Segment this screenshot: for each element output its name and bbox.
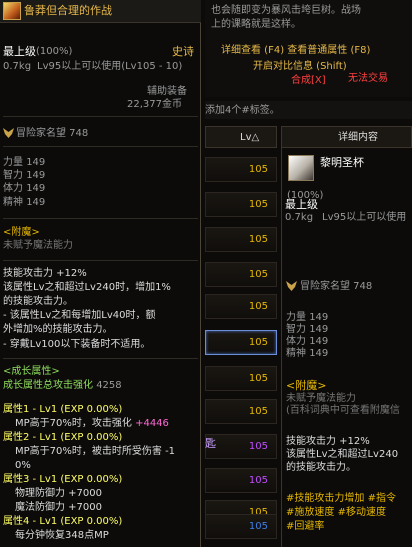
grade: 最上级 [3, 45, 36, 58]
growth-effect-line: 0% [15, 460, 31, 471]
tag-hint-text: 添加4个#标签。 [205, 105, 280, 116]
level-list-row[interactable]: 105 [205, 514, 277, 539]
level-value: 105 [248, 475, 268, 486]
hint-detail-view[interactable]: 详细查看 (F4) 查看普通属性 (F8) [221, 45, 370, 56]
description-line-1: 也会随即变为暴风击垮巨树。战场 [211, 5, 361, 16]
item-price: 22,377金币 [127, 99, 182, 110]
level-value: 105 [248, 269, 268, 280]
compare-weight: 0.7kg [285, 212, 314, 223]
compare-level-req: Lv95以上可以使用 [322, 212, 407, 223]
description-line-2: 上的课略就是这样。 [211, 19, 301, 30]
level-list-row[interactable]: 105 [205, 157, 277, 182]
rarity-badge: 史诗 [172, 45, 194, 58]
level-value: 105 [248, 441, 268, 452]
level-value: 105 [248, 301, 268, 312]
chalice-item-icon [288, 155, 314, 181]
stat-vit: 体力 149 [3, 183, 46, 194]
skill-line-4: - 该属性Lv之和每增加Lv40时，额 [3, 310, 156, 321]
growth-effect-line: 魔法防御力 +7000 [15, 502, 103, 513]
growth-attribute-header: 属性1 - Lv1 (EXP 0.00%) [3, 404, 123, 415]
level-value: 105 [248, 337, 268, 348]
level-column-header[interactable]: Lv△ [205, 126, 277, 148]
stat-spr: 精神 149 [3, 197, 46, 208]
compare-grade: 最上级 [285, 198, 318, 211]
compare-stat-str: 力量 149 [286, 312, 329, 323]
attack-boost-value: +4446 [135, 418, 169, 429]
divider [3, 260, 198, 261]
divider [3, 116, 198, 117]
hint-compare-info[interactable]: 开启对比信息 (Shift) [253, 61, 347, 72]
compare-adventurer-fame: 冒险家名望 748 [300, 281, 373, 292]
growth-attribute-header: 属性3 - Lv1 (EXP 0.00%) [3, 474, 123, 485]
level-requirement: Lv95以上可以使用(Lv105 - 10) [37, 61, 183, 72]
growth-effect-line: 物理防御力 +7000 [15, 488, 103, 499]
skill-line-2: 该属性Lv之和超过Lv240时，增加1% [3, 282, 171, 293]
skill-line-6: - 穿戴Lv100以下装备时不适用。 [3, 339, 151, 350]
compare-enchant-title: <附魔> [286, 379, 327, 392]
level-list-row[interactable]: 105 [205, 468, 277, 493]
growth-title: <成长属性> [3, 366, 60, 377]
grade-pct: (100%) [36, 46, 73, 57]
growth-effect-line: MP高于70%时，被击时所受伤害 -1 [15, 446, 176, 457]
level-list-row[interactable]: 105 [205, 294, 277, 319]
level-value: 105 [248, 234, 268, 245]
compare-item-name: 黎明圣杯 [320, 156, 364, 169]
compare-stat-int: 智力 149 [286, 324, 329, 335]
fame-crest-icon [286, 281, 297, 291]
stat-int: 智力 149 [3, 170, 46, 181]
level-value: 105 [248, 521, 268, 532]
side-glyph: 匙 [205, 437, 216, 450]
enchant-value: 未赋予魔法能力 [3, 240, 73, 251]
compare-enchant-value: 未赋予魔法能力 [286, 393, 356, 404]
level-value: 105 [248, 373, 268, 384]
level-value: 105 [248, 199, 268, 210]
compare-stat-spr: 精神 149 [286, 348, 329, 359]
item-category: 辅助装备 [147, 86, 187, 97]
tag-input-bar[interactable]: 添加4个#标签。 [205, 101, 412, 119]
growth-effect-line: MP高于70%时，攻击强化 +4446 [15, 418, 169, 429]
level-value: 105 [248, 164, 268, 175]
stat-str: 力量 149 [3, 157, 46, 168]
growth-attribute-header: 属性4 - Lv1 (EXP 0.00%) [3, 516, 123, 527]
hint-synthesize[interactable]: 合成[X] [291, 75, 326, 86]
compare-skill-line-3: 的技能攻击力。 [286, 462, 356, 473]
growth-effect-line: 每分钟恢复348点MP [15, 530, 109, 541]
detail-header-label: 详细内容 [338, 132, 378, 143]
divider [3, 358, 198, 359]
level-list-row[interactable]: 105 [205, 399, 277, 424]
item-weight: 0.7kg [3, 61, 32, 72]
compare-tags-row-2[interactable]: #施放速度 #移动速度 [286, 507, 386, 518]
divider [3, 218, 198, 219]
growth-total: 成长属性总攻击强化 4258 [3, 380, 122, 391]
divider [3, 146, 198, 147]
compare-stat-vit: 体力 149 [286, 336, 329, 347]
compare-tags-row-1[interactable]: #技能攻击力增加 #指令 [286, 493, 396, 504]
growth-attribute-header: 属性2 - Lv1 (EXP 0.00%) [3, 432, 123, 443]
enchant-title: <附魔> [3, 227, 40, 238]
compare-skill-line-2: 该属性Lv之和超过Lv240 [286, 449, 399, 460]
level-list-row[interactable]: 105 [205, 262, 277, 287]
level-list-row[interactable]: 105 [205, 227, 277, 252]
level-value: 105 [248, 406, 268, 417]
level-list-row[interactable]: 105 [205, 192, 277, 217]
item-name: 鲁莽但合理的作战 [24, 4, 112, 17]
level-header-label: Lv△ [240, 132, 260, 143]
level-list-row[interactable]: 105 [205, 366, 277, 391]
compare-enchant-note: (百科词典中可查看附魔信 [286, 405, 400, 416]
adventurer-fame: 冒险家名望 748 [16, 128, 89, 139]
skill-line-5: 外增加%的技能攻击力。 [3, 324, 113, 335]
compare-skill-line-1: 技能攻击力 +12% [286, 436, 370, 447]
fame-crest-icon [3, 128, 14, 138]
skill-line-3: 的技能攻击力。 [3, 296, 73, 307]
compare-tags-row-3[interactable]: #回避率 [286, 521, 324, 532]
item-icon [3, 2, 21, 20]
level-list-row[interactable]: 105 [205, 330, 277, 355]
skill-line-1: 技能攻击力 +12% [3, 268, 87, 279]
detail-column-header[interactable]: 详细内容 [281, 126, 412, 148]
